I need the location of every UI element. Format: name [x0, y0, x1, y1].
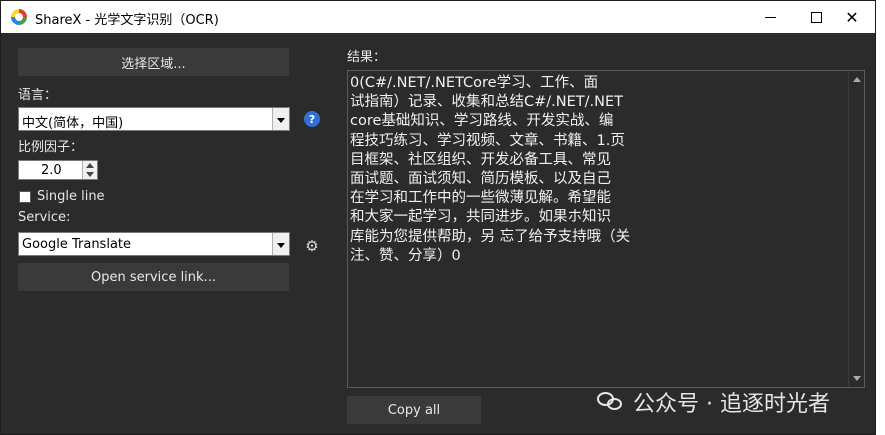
stepper-buttons[interactable]	[82, 161, 97, 179]
gear-icon[interactable]: ⚙	[304, 238, 320, 254]
result-label: 结果：	[347, 50, 387, 65]
watermark-text: 公众号 · 追逐时光者	[633, 392, 830, 417]
minimize-icon	[764, 16, 776, 18]
language-value: 中文(简体，中国)	[22, 116, 124, 131]
service-select[interactable]: Google Translate	[18, 232, 290, 256]
stepper-down-icon[interactable]	[86, 172, 94, 177]
close-button[interactable]: ✕	[829, 1, 875, 33]
maximize-icon	[810, 11, 822, 23]
help-icon[interactable]: ?	[304, 111, 320, 127]
open-service-link-button[interactable]: Open service link...	[18, 263, 289, 291]
minimize-button[interactable]	[747, 1, 793, 33]
stepper-up-icon[interactable]	[86, 163, 94, 168]
scale-factor-label: 比例因子：	[18, 140, 84, 155]
result-text[interactable]: 0(C#/.NET/.NETCore学习、工作、面 试指南）记录、收集和总结C#…	[350, 74, 846, 266]
language-label: 语言：	[18, 88, 58, 103]
result-textbox[interactable]: 0(C#/.NET/.NETCore学习、工作、面 试指南）记录、收集和总结C#…	[347, 70, 865, 388]
close-icon: ✕	[845, 7, 859, 27]
scroll-down-icon[interactable]	[853, 376, 861, 381]
single-line-label: Single line	[37, 189, 105, 204]
title-bar[interactable]: ShareX - 光学文字识别（OCR) ✕	[1, 1, 875, 33]
sharex-logo-icon	[11, 9, 27, 25]
window-title: ShareX - 光学文字识别（OCR)	[35, 13, 219, 28]
watermark: 公众号 · 追逐时光者	[597, 387, 867, 417]
chevron-down-icon[interactable]	[272, 108, 289, 130]
copy-all-button[interactable]: Copy all	[347, 396, 481, 424]
select-region-button[interactable]: 选择区域...	[18, 48, 289, 76]
service-label: Service:	[18, 210, 71, 225]
ocr-window: ShareX - 光学文字识别（OCR) ✕ 选择区域... 语言： 中文(简体…	[0, 0, 876, 435]
single-line-checkbox[interactable]	[19, 191, 31, 203]
vertical-scrollbar[interactable]	[848, 71, 864, 387]
scale-factor-stepper[interactable]: 2.0	[18, 160, 98, 180]
wechat-icon	[597, 390, 625, 414]
scale-factor-value: 2.0	[41, 163, 62, 178]
language-select[interactable]: 中文(简体，中国)	[18, 107, 290, 131]
background-window-strip	[877, 0, 885, 435]
chevron-down-icon[interactable]	[272, 233, 289, 255]
service-value: Google Translate	[22, 237, 132, 252]
scroll-up-icon[interactable]	[853, 77, 861, 82]
